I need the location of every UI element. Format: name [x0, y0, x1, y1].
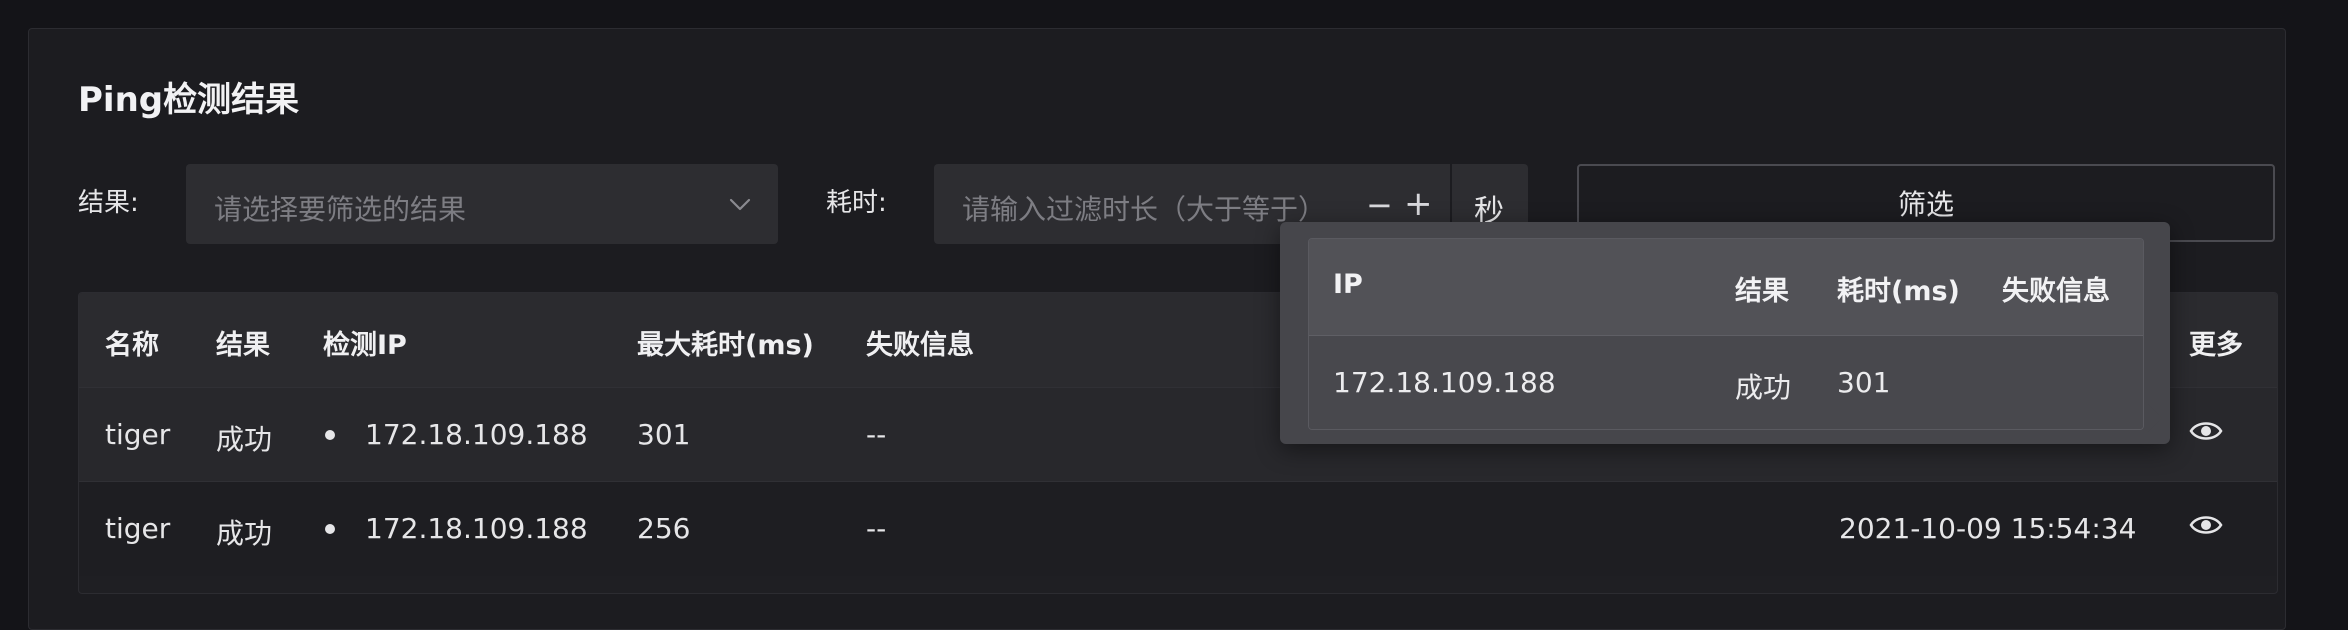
- duration-filter-label: 耗时:: [826, 188, 887, 218]
- cell-ip: 172.18.109.188: [365, 418, 588, 451]
- popover-table-header: IP 结果 耗时(ms) 失败信息: [1309, 239, 2143, 335]
- cell-name: tiger: [105, 512, 171, 545]
- popover-table: IP 结果 耗时(ms) 失败信息 172.18.109.188 成功 301: [1308, 238, 2144, 430]
- popover-table-row: 172.18.109.188 成功 301: [1309, 335, 2143, 429]
- col-name: 名称: [105, 330, 159, 361]
- bullet-icon: [325, 524, 335, 534]
- col-ip: 检测IP: [323, 330, 407, 361]
- chevron-down-icon: [729, 198, 751, 211]
- cell-fail: --: [866, 512, 887, 545]
- cell-time: 2021-10-09 15:54:34: [1839, 512, 2137, 545]
- decrement-button[interactable]: −: [1366, 186, 1393, 224]
- eye-icon[interactable]: [2189, 416, 2223, 446]
- col-more: 更多: [2189, 330, 2243, 361]
- popover-cell-result: 成功: [1735, 371, 1792, 404]
- page-title: Ping检测结果: [78, 80, 300, 120]
- popover-col-ip: IP: [1333, 269, 1363, 300]
- cell-fail: --: [866, 418, 887, 451]
- bullet-icon: [325, 430, 335, 440]
- popover-col-ms: 耗时(ms): [1837, 276, 1960, 307]
- popover-cell-ms: 301: [1837, 366, 1891, 399]
- table-row: tiger 成功 172.18.109.188 256 -- 2021-10-0…: [79, 481, 2277, 576]
- cell-result: 成功: [216, 423, 273, 456]
- result-filter-label: 结果:: [78, 188, 139, 218]
- cell-name: tiger: [105, 418, 171, 451]
- col-fail: 失败信息: [866, 330, 974, 361]
- popover-cell-ip: 172.18.109.188: [1333, 366, 1556, 399]
- popover-col-fail: 失败信息: [2002, 276, 2110, 307]
- col-result: 结果: [216, 330, 270, 361]
- detail-popover: IP 结果 耗时(ms) 失败信息 172.18.109.188 成功 301: [1280, 222, 2170, 444]
- cell-max-ms: 301: [637, 418, 691, 451]
- cell-result: 成功: [216, 517, 273, 550]
- col-max-ms: 最大耗时(ms): [637, 330, 814, 361]
- cell-max-ms: 256: [637, 512, 691, 545]
- increment-button[interactable]: +: [1404, 184, 1433, 224]
- eye-icon[interactable]: [2189, 510, 2223, 540]
- duration-input-placeholder: 请输入过滤时长（大于等于）: [962, 193, 1327, 226]
- popover-col-result: 结果: [1735, 276, 1789, 307]
- result-select-placeholder: 请选择要筛选的结果: [214, 193, 467, 226]
- cell-ip: 172.18.109.188: [365, 512, 588, 545]
- result-select[interactable]: 请选择要筛选的结果: [186, 164, 778, 244]
